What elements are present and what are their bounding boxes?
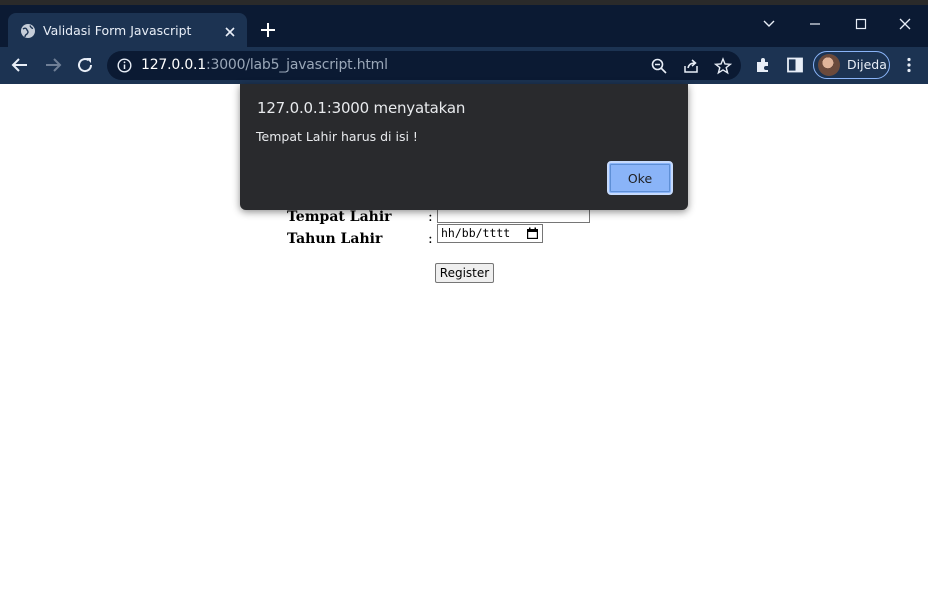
- new-tab-icon[interactable]: [259, 21, 277, 39]
- extensions-puzzle-icon[interactable]: [753, 55, 773, 75]
- close-tab-icon[interactable]: [222, 24, 238, 40]
- field-colon: :: [428, 231, 433, 247]
- side-panel-icon[interactable]: [785, 55, 805, 75]
- field-label: Tempat Lahir: [287, 209, 392, 225]
- profile-name: Dijeda: [847, 57, 887, 72]
- profile-button[interactable]: Dijeda: [813, 51, 890, 79]
- forward-arrow-icon[interactable]: [43, 55, 63, 75]
- tahun-lahir-date-input[interactable]: hh/bb/tttt: [437, 224, 543, 243]
- field-colon: :: [428, 209, 433, 225]
- register-button[interactable]: Register: [435, 263, 494, 283]
- info-icon[interactable]: [117, 58, 132, 73]
- tab-title: Validasi Form Javascript: [43, 23, 192, 38]
- maximize-icon: [855, 18, 867, 30]
- tab-search-button[interactable]: [746, 10, 792, 38]
- bookmark-star-icon[interactable]: [714, 57, 732, 75]
- calendar-icon[interactable]: [526, 227, 539, 240]
- minimize-icon: [810, 23, 820, 25]
- more-menu-icon[interactable]: [899, 55, 919, 75]
- chevron-down-icon: [763, 20, 775, 27]
- close-icon: [899, 18, 911, 30]
- close-window-button[interactable]: [882, 10, 928, 38]
- dialog-message: Tempat Lahir harus di isi !: [256, 129, 418, 144]
- reload-icon[interactable]: [75, 55, 95, 75]
- globe-icon: [21, 24, 35, 38]
- avatar: [818, 54, 840, 76]
- tab-strip: Validasi Form Javascript: [0, 5, 928, 52]
- url-path: :3000/lab5_javascript.html: [206, 57, 388, 73]
- browser-toolbar: 127.0.0.1:3000/lab5_javascript.html Dije…: [0, 47, 928, 84]
- share-icon[interactable]: [682, 57, 700, 75]
- dialog-title: 127.0.0.1:3000 menyatakan: [257, 99, 466, 117]
- date-placeholder: hh/bb/tttt: [441, 226, 511, 240]
- ok-button[interactable]: Oke: [607, 161, 673, 195]
- field-label: Tahun Lahir: [287, 231, 383, 247]
- maximize-button[interactable]: [838, 10, 884, 38]
- minimize-button[interactable]: [792, 10, 838, 38]
- back-arrow-icon[interactable]: [10, 55, 30, 75]
- url-text[interactable]: 127.0.0.1:3000/lab5_javascript.html: [141, 57, 388, 73]
- zoom-out-icon[interactable]: [650, 57, 668, 75]
- url-host: 127.0.0.1: [141, 57, 206, 73]
- address-bar[interactable]: 127.0.0.1:3000/lab5_javascript.html: [107, 51, 741, 80]
